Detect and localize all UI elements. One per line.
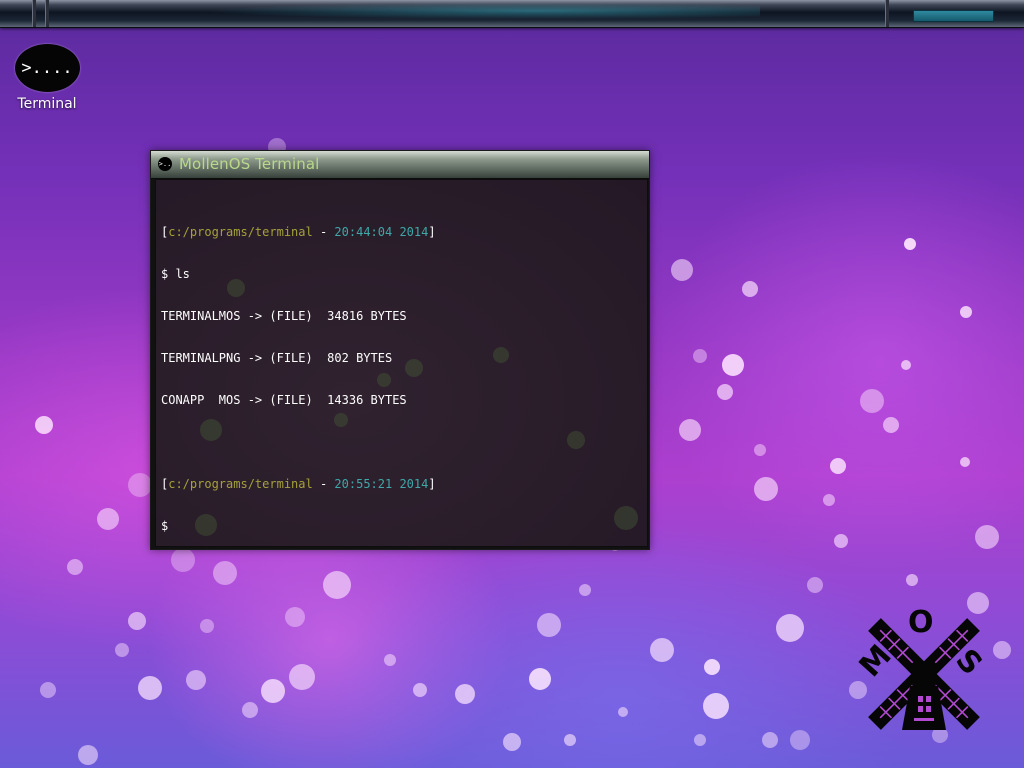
- terminal-output-area[interactable]: [c:/programs/terminal - 20:44:04 2014] $…: [155, 179, 648, 547]
- bokeh-spot: [703, 693, 729, 719]
- bokeh-spot: [40, 682, 56, 698]
- bokeh-spot: [694, 734, 706, 746]
- prompt-time: 20:44:04 2014: [334, 225, 429, 239]
- bokeh-spot: [529, 668, 551, 690]
- panel-separator: [885, 0, 889, 27]
- panel-separator: [45, 0, 49, 27]
- bokeh-spot: [455, 684, 475, 704]
- output-line: TERMINALMOS -> (FILE) 34816 BYTES: [161, 309, 407, 323]
- bokeh-spot: [650, 638, 674, 662]
- bokeh-spot: [717, 384, 733, 400]
- bokeh-spot: [834, 534, 848, 548]
- prompt-time: 20:55:21 2014: [334, 477, 429, 491]
- bokeh-spot: [704, 659, 720, 675]
- window-titlebar[interactable]: >.. MollenOS Terminal: [151, 151, 649, 179]
- bokeh-spot: [776, 614, 804, 642]
- bokeh-spot: [860, 389, 884, 413]
- bokeh-spot: [413, 683, 427, 697]
- bokeh-spot: [790, 730, 810, 750]
- bokeh-spot: [960, 457, 970, 467]
- terminal-window[interactable]: >.. MollenOS Terminal [c:/programs/termi…: [150, 150, 650, 550]
- bokeh-spot: [618, 707, 628, 717]
- command-prompt-input[interactable]: $: [161, 519, 436, 533]
- mollenos-windmill-logo: M O S: [853, 605, 989, 730]
- desktop-icon-terminal[interactable]: >.... Terminal: [8, 44, 86, 112]
- output-line: CONAPP MOS -> (FILE) 14336 BYTES: [161, 393, 407, 407]
- prompt-separator: -: [312, 225, 335, 239]
- bokeh-spot: [503, 733, 521, 751]
- bokeh-spot: [807, 577, 823, 593]
- prompt-path: c:/programs/terminal: [168, 225, 313, 239]
- bokeh-spot: [564, 734, 576, 746]
- prompt-path: c:/programs/terminal: [168, 477, 313, 491]
- bokeh-spot: [579, 584, 591, 596]
- bokeh-spot: [960, 306, 972, 318]
- bokeh-spot: [213, 561, 237, 585]
- output-line: TERMINALPNG -> (FILE) 802 BYTES: [161, 351, 393, 365]
- bokeh-spot: [537, 613, 561, 637]
- bokeh-spot: [128, 612, 146, 630]
- terminal-icon: >....: [14, 44, 80, 92]
- bokeh-spot: [171, 548, 195, 572]
- system-indicator[interactable]: [913, 10, 994, 22]
- bokeh-spot: [904, 238, 916, 250]
- prompt-separator: -: [312, 477, 335, 491]
- prompt-line: [c:/programs/terminal - 20:55:21 2014]: [161, 477, 436, 491]
- bokeh-spot: [671, 259, 693, 281]
- terminal-app-icon: >..: [158, 157, 172, 171]
- bokeh-spot: [186, 670, 206, 690]
- bokeh-spot: [67, 559, 83, 575]
- terminal-bg-spot: [493, 347, 509, 363]
- bokeh-spot: [754, 477, 778, 501]
- bokeh-spot: [35, 416, 53, 434]
- bokeh-spot: [762, 732, 778, 748]
- desktop-icon-label: Terminal: [17, 96, 77, 112]
- bokeh-spot: [901, 360, 911, 370]
- bokeh-spot: [384, 654, 396, 666]
- top-panel: [0, 0, 1024, 28]
- prompt-line: [c:/programs/terminal - 20:44:04 2014]: [161, 225, 436, 239]
- bokeh-spot: [78, 745, 98, 765]
- bokeh-spot: [289, 664, 315, 690]
- bokeh-spot: [115, 643, 129, 657]
- bokeh-spot: [138, 676, 162, 700]
- terminal-bg-spot: [567, 431, 585, 449]
- bokeh-spot: [975, 525, 999, 549]
- terminal-bg-spot: [614, 506, 638, 530]
- bokeh-spot: [742, 281, 758, 297]
- bokeh-spot: [200, 619, 214, 633]
- bokeh-spot: [906, 574, 918, 586]
- bokeh-spot: [679, 419, 701, 441]
- bokeh-spot: [693, 349, 707, 363]
- bokeh-spot: [754, 444, 766, 456]
- panel-glow: [200, 3, 760, 19]
- command-line: $ ls: [161, 267, 190, 281]
- svg-text:O: O: [908, 605, 934, 640]
- bokeh-spot: [261, 679, 285, 703]
- bokeh-spot: [722, 354, 744, 376]
- window-title: MollenOS Terminal: [179, 155, 320, 173]
- terminal-text: [c:/programs/terminal - 20:44:04 2014] $…: [161, 197, 436, 546]
- panel-separator: [32, 0, 36, 27]
- bokeh-spot: [242, 702, 258, 718]
- bokeh-spot: [830, 458, 846, 474]
- bokeh-spot: [823, 494, 835, 506]
- bokeh-spot: [97, 508, 119, 530]
- bokeh-spot: [323, 571, 351, 599]
- bokeh-spot: [883, 417, 899, 433]
- bokeh-spot: [285, 607, 305, 627]
- bokeh-spot: [128, 473, 152, 497]
